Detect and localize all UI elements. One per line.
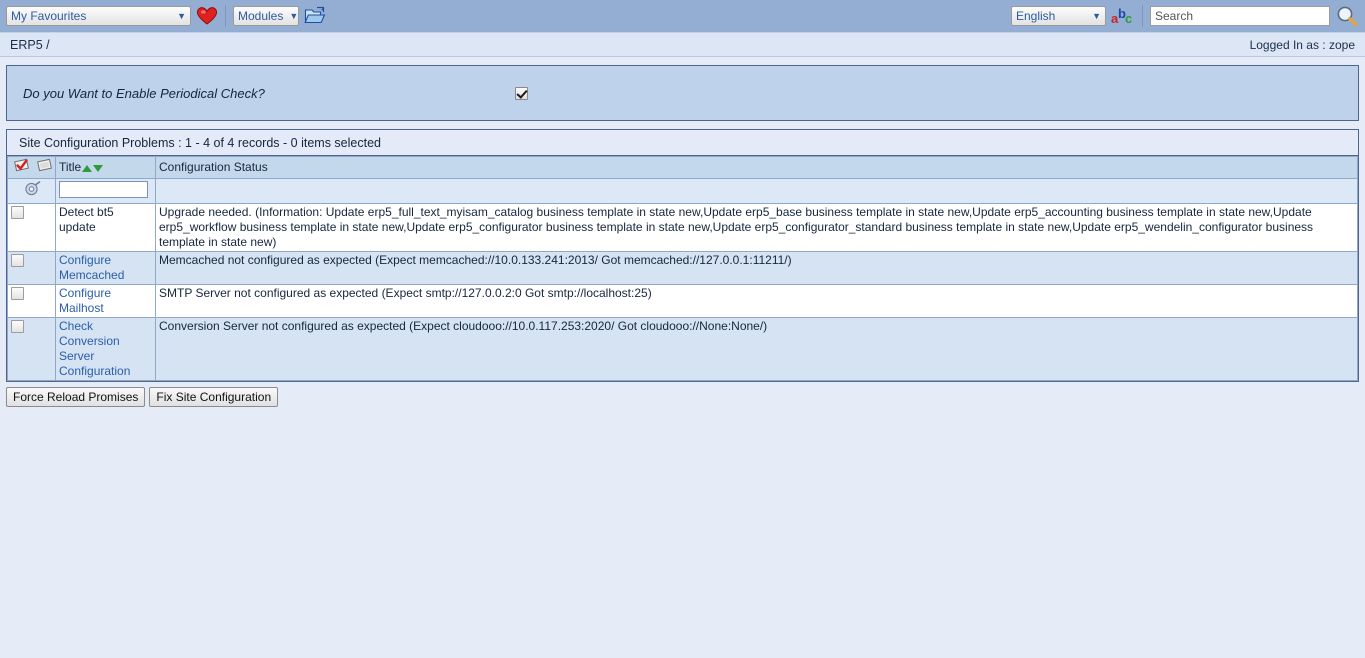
header-select-column bbox=[7, 156, 56, 179]
language-select-label: English bbox=[1016, 9, 1056, 23]
row-checkbox[interactable] bbox=[11, 254, 24, 268]
favourites-select-label: My Favourites bbox=[11, 9, 87, 23]
listbox-filter-row bbox=[7, 178, 1358, 204]
sort-descending-icon[interactable] bbox=[93, 165, 104, 172]
breadcrumb-bar: ERP5 / Logged In as : zope bbox=[0, 33, 1365, 57]
row-checkbox[interactable] bbox=[11, 206, 24, 220]
magnifier-icon bbox=[1337, 6, 1358, 27]
filter-status-cell bbox=[155, 178, 1358, 204]
abc-translate-icon: a b c bbox=[1111, 6, 1132, 26]
row-title-cell: Check Conversion Server Configuration bbox=[55, 317, 156, 381]
periodical-check-checkbox-wrap bbox=[514, 86, 528, 101]
row-select-cell bbox=[7, 317, 56, 381]
row-select-cell bbox=[7, 284, 56, 318]
sort-arrows[interactable] bbox=[82, 165, 104, 172]
row-title-link[interactable]: Configure Memcached bbox=[59, 253, 124, 282]
header-title-column[interactable]: Title bbox=[55, 156, 156, 179]
stamp-check-icon[interactable] bbox=[14, 158, 31, 177]
login-status: Logged In as : zope bbox=[1249, 37, 1355, 52]
row-select-cell bbox=[7, 203, 56, 252]
open-folder-button[interactable] bbox=[304, 6, 326, 26]
listbox-header-row: Title Configuration Status bbox=[7, 156, 1358, 179]
filter-gear-icon[interactable] bbox=[23, 181, 41, 200]
row-status-cell: Memcached not configured as expected (Ex… bbox=[155, 251, 1358, 285]
sort-ascending-icon[interactable] bbox=[82, 165, 93, 172]
action-button-bar: Force Reload Promises Fix Site Configura… bbox=[0, 382, 1365, 407]
favourites-select[interactable]: My Favourites ▼ bbox=[6, 6, 191, 26]
row-title-cell: Configure Memcached bbox=[55, 251, 156, 285]
filter-icon-cell bbox=[7, 178, 56, 204]
svg-text:c: c bbox=[1125, 11, 1132, 26]
toolbar-divider-1 bbox=[225, 5, 226, 27]
header-status-label: Configuration Status bbox=[159, 160, 268, 174]
table-row[interactable]: Configure Mailhost SMTP Server not confi… bbox=[7, 284, 1358, 318]
listbox-body: Detect bt5 update Upgrade needed. (Infor… bbox=[7, 178, 1358, 381]
row-checkbox[interactable] bbox=[11, 287, 24, 301]
heart-icon bbox=[196, 7, 218, 25]
favourites-heart-button[interactable] bbox=[196, 6, 218, 26]
breadcrumb[interactable]: ERP5 / bbox=[10, 38, 50, 52]
row-status-cell: SMTP Server not configured as expected (… bbox=[155, 284, 1358, 318]
row-checkbox[interactable] bbox=[11, 320, 24, 334]
row-title-cell: Detect bt5 update bbox=[55, 203, 156, 252]
filter-title-input[interactable] bbox=[59, 181, 149, 198]
modules-select-label: Modules bbox=[238, 9, 284, 23]
listbox-table: Title Configuration Status Detect bt5 up… bbox=[7, 156, 1358, 381]
periodical-check-panel: Do you Want to Enable Periodical Check? bbox=[6, 65, 1359, 121]
listbox: Site Configuration Problems : 1 - 4 of 4… bbox=[6, 129, 1359, 382]
periodical-check-section: Do you Want to Enable Periodical Check? bbox=[0, 57, 1365, 121]
language-select[interactable]: English ▼ bbox=[1011, 6, 1106, 26]
row-status-cell: Conversion Server not configured as expe… bbox=[155, 317, 1358, 381]
periodical-check-checkbox[interactable] bbox=[514, 87, 528, 101]
row-title: Detect bt5 update bbox=[59, 205, 114, 234]
search-button[interactable] bbox=[1335, 5, 1359, 27]
row-title-link[interactable]: Check Conversion Server Configuration bbox=[59, 319, 130, 378]
row-select-cell bbox=[7, 251, 56, 285]
row-title-link[interactable]: Configure Mailhost bbox=[59, 286, 111, 315]
chevron-down-icon: ▼ bbox=[177, 10, 186, 21]
row-title-cell: Configure Mailhost bbox=[55, 284, 156, 318]
top-toolbar: My Favourites ▼ Modules ▼ English ▼ a b bbox=[0, 0, 1365, 33]
modules-select[interactable]: Modules ▼ bbox=[233, 6, 299, 26]
table-row[interactable]: Check Conversion Server Configuration Co… bbox=[7, 317, 1358, 381]
stamp-blank-icon[interactable] bbox=[37, 158, 54, 177]
open-folder-icon bbox=[304, 6, 326, 24]
chevron-down-icon: ▼ bbox=[1092, 10, 1101, 21]
header-status-column[interactable]: Configuration Status bbox=[155, 156, 1358, 179]
toolbar-right-group: English ▼ a b c bbox=[1011, 5, 1359, 27]
row-status-cell: Upgrade needed. (Information: Update erp… bbox=[155, 203, 1358, 252]
fix-site-configuration-button[interactable]: Fix Site Configuration bbox=[149, 387, 279, 407]
translate-button[interactable]: a b c bbox=[1111, 6, 1135, 26]
search-input[interactable] bbox=[1150, 6, 1330, 26]
filter-title-cell bbox=[55, 178, 156, 204]
site-configuration-problems-section: Site Configuration Problems : 1 - 4 of 4… bbox=[0, 121, 1365, 382]
listbox-title: Site Configuration Problems : 1 - 4 of 4… bbox=[7, 130, 1358, 156]
force-reload-promises-button[interactable]: Force Reload Promises bbox=[6, 387, 146, 407]
chevron-down-icon: ▼ bbox=[289, 10, 299, 21]
table-row[interactable]: Configure Memcached Memcached not config… bbox=[7, 251, 1358, 285]
periodical-check-label: Do you Want to Enable Periodical Check? bbox=[23, 85, 265, 101]
table-row[interactable]: Detect bt5 update Upgrade needed. (Infor… bbox=[7, 203, 1358, 252]
toolbar-divider-2 bbox=[1142, 5, 1143, 27]
header-title-label: Title bbox=[59, 160, 82, 174]
